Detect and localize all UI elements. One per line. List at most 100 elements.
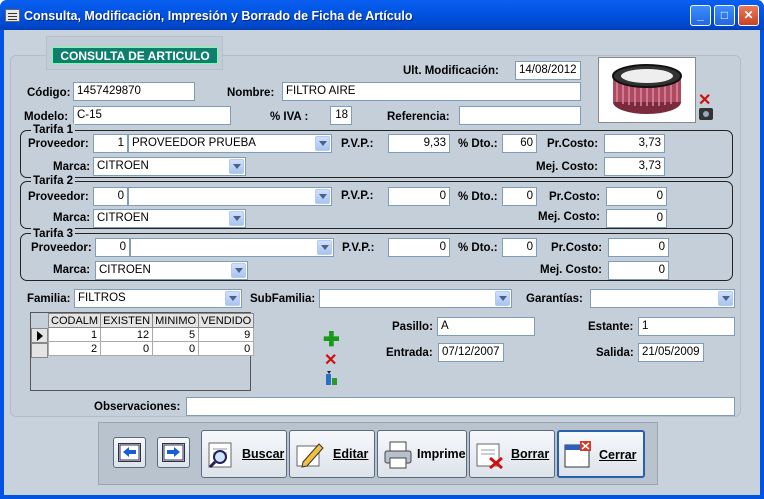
- modelo-field[interactable]: C-15: [73, 106, 231, 125]
- imprime-label: Imprime: [417, 447, 466, 461]
- edit-row-icon[interactable]: [324, 370, 340, 386]
- col-header-codalm[interactable]: CODALM: [47, 313, 102, 328]
- minimize-button[interactable]: _: [690, 5, 711, 26]
- entrada-field[interactable]: 07/12/2007: [438, 343, 504, 362]
- tarifa-3-pvp-field[interactable]: 0: [388, 238, 450, 257]
- tarifa-2-proveedor-select[interactable]: [128, 187, 332, 206]
- cerrar-button[interactable]: Cerrar: [557, 430, 645, 478]
- table-cell[interactable]: 1: [47, 327, 102, 342]
- app-icon: [5, 9, 20, 22]
- previous-record-button[interactable]: [113, 437, 146, 468]
- imprime-button[interactable]: Imprime: [377, 430, 467, 478]
- chevron-down-icon[interactable]: [229, 159, 244, 174]
- buscar-button[interactable]: Buscar: [201, 430, 287, 478]
- tarifa-3-dto-field[interactable]: 0: [502, 238, 537, 257]
- tarifa-1-prcosto-label: Pr.Costo:: [547, 138, 599, 150]
- table-cell[interactable]: 0: [152, 341, 200, 356]
- next-record-button[interactable]: [157, 437, 190, 468]
- chevron-down-icon[interactable]: [495, 291, 510, 306]
- tarifa-3-proveedor-select[interactable]: [130, 238, 334, 257]
- table-cell[interactable]: 0: [198, 341, 255, 356]
- tarifa-3-title: Tarifa 3: [31, 228, 76, 240]
- row-header-current[interactable]: [31, 328, 48, 343]
- table-row[interactable]: 2 0 0 0: [47, 341, 255, 356]
- row-header[interactable]: [31, 343, 48, 358]
- codigo-field[interactable]: 1457429870: [73, 82, 195, 101]
- tarifa-2-mejcosto-field[interactable]: 0: [606, 209, 667, 228]
- title-bar[interactable]: Consulta, Modificación, Impresión y Borr…: [0, 0, 764, 30]
- tarifa-3-marca-value: CITROEN: [99, 264, 151, 276]
- tarifa-1-proveedor-num[interactable]: 1: [93, 134, 128, 153]
- tarifa-1-dto-label: % Dto.:: [458, 138, 498, 150]
- tarifa-3-prcosto-label: Pr.Costo:: [551, 242, 603, 254]
- maximize-button[interactable]: □: [714, 5, 735, 26]
- familia-select[interactable]: FILTROS: [74, 289, 242, 308]
- tarifa-2-marca-select[interactable]: CITROEN: [93, 209, 246, 228]
- tarifa-3-proveedor-num[interactable]: 0: [95, 238, 130, 257]
- tarifa-1-prcosto-field[interactable]: 3,73: [604, 134, 665, 153]
- product-image: [598, 57, 696, 123]
- col-header-existen[interactable]: EXISTEN: [100, 313, 154, 328]
- close-window-icon: [563, 440, 593, 470]
- stock-grid[interactable]: CODALM EXISTEN MINIMO VENDIDO 1 12 5 9 2…: [30, 312, 255, 391]
- estante-field[interactable]: 1: [638, 317, 735, 336]
- tarifa-1-mejcosto-label: Mej. Costo:: [536, 161, 598, 173]
- salida-field[interactable]: 21/05/2009: [638, 343, 704, 362]
- referencia-field[interactable]: [459, 106, 581, 125]
- add-row-icon[interactable]: ✚: [323, 330, 340, 350]
- chevron-down-icon[interactable]: [315, 136, 330, 151]
- tarifa-3-marca-label: Marca:: [53, 264, 91, 276]
- tarifa-1-marca-select[interactable]: CITROEN: [93, 157, 246, 176]
- chevron-down-icon[interactable]: [231, 263, 246, 278]
- subfamilia-select[interactable]: [319, 289, 512, 308]
- garantias-select[interactable]: [590, 289, 735, 308]
- delete-image-icon[interactable]: ✕: [698, 90, 711, 110]
- familia-value: FILTROS: [78, 292, 126, 304]
- chevron-down-icon[interactable]: [225, 291, 240, 306]
- borrar-label: Borrar: [511, 447, 550, 461]
- tarifa-3-mejcosto-field[interactable]: 0: [608, 261, 669, 280]
- nombre-field[interactable]: FILTRO AIRE: [282, 82, 581, 101]
- table-cell[interactable]: 0: [100, 341, 154, 356]
- tarifa-3-marca-select[interactable]: CITROEN: [95, 261, 248, 280]
- camera-icon[interactable]: [699, 108, 713, 120]
- delete-icon: [475, 440, 505, 470]
- tarifa-3-prcosto-field[interactable]: 0: [608, 238, 669, 257]
- tarifa-3-mejcosto-label: Mej. Costo:: [540, 264, 602, 276]
- chevron-down-icon[interactable]: [315, 189, 330, 204]
- current-row-arrow-icon: [37, 331, 43, 341]
- table-row[interactable]: 1 12 5 9: [47, 327, 255, 342]
- garantias-label: Garantías:: [526, 293, 583, 305]
- table-cell[interactable]: 12: [100, 327, 154, 342]
- tarifa-2-proveedor-label: Proveedor:: [28, 191, 89, 203]
- iva-field[interactable]: 18: [330, 106, 352, 125]
- observaciones-field[interactable]: [186, 397, 735, 416]
- pasillo-field[interactable]: A: [437, 317, 535, 336]
- tarifa-3-pvp-label: P.V.P.:: [342, 242, 375, 254]
- chevron-down-icon[interactable]: [317, 240, 332, 255]
- tarifa-1-proveedor-select[interactable]: PROVEEDOR PRUEBA: [128, 134, 332, 153]
- entrada-label: Entrada:: [386, 347, 433, 359]
- tarifa-1-dto-field[interactable]: 60: [502, 134, 537, 153]
- tarifa-2-dto-field[interactable]: 0: [502, 187, 537, 206]
- delete-row-icon[interactable]: ✕: [324, 350, 337, 370]
- table-cell[interactable]: 9: [198, 327, 255, 342]
- chevron-down-icon[interactable]: [718, 291, 733, 306]
- borrar-button[interactable]: Borrar: [469, 430, 555, 478]
- col-header-minimo[interactable]: MINIMO: [152, 313, 200, 328]
- tarifa-1-pvp-field[interactable]: 9,33: [388, 134, 450, 153]
- tarifa-1-mejcosto-field[interactable]: 3,73: [604, 157, 665, 176]
- tarifa-2-proveedor-num[interactable]: 0: [93, 187, 128, 206]
- printer-icon: [383, 440, 413, 470]
- table-cell[interactable]: 5: [152, 327, 200, 342]
- tarifa-2-prcosto-field[interactable]: 0: [606, 187, 667, 206]
- ult-mod-field[interactable]: 14/08/2012: [515, 61, 581, 80]
- editar-button[interactable]: Editar: [289, 430, 375, 478]
- close-window-button[interactable]: ✕: [738, 5, 759, 26]
- table-cell[interactable]: 2: [47, 341, 102, 356]
- chevron-down-icon[interactable]: [229, 211, 244, 226]
- tarifa-2-pvp-field[interactable]: 0: [388, 187, 450, 206]
- col-header-vendido[interactable]: VENDIDO: [198, 313, 255, 328]
- familia-label: Familia:: [27, 293, 71, 305]
- search-icon: [206, 440, 236, 470]
